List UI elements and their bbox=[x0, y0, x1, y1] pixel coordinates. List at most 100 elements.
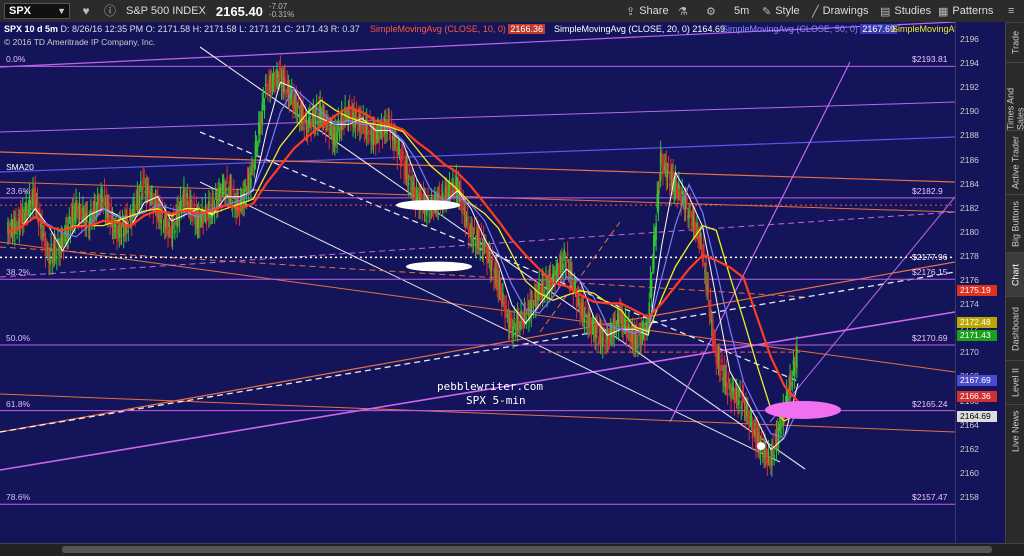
candle-body bbox=[233, 190, 235, 192]
price-tick-label: 2180 bbox=[960, 226, 979, 237]
sidebar-tab-chart[interactable]: Chart bbox=[1006, 252, 1024, 296]
timeframe-button[interactable]: 5m bbox=[734, 2, 749, 20]
candle-body bbox=[749, 415, 752, 419]
candle-body bbox=[596, 324, 598, 329]
candle-body bbox=[473, 226, 476, 228]
ma50-legend: SimpleMovingAvg (CLOSE, 50, 0) 2167.69 bbox=[722, 24, 897, 34]
flask-icon: ⚗ bbox=[678, 5, 688, 18]
sidebar-tab-active-trader[interactable]: Active Trader bbox=[1006, 130, 1024, 194]
candle-body bbox=[429, 210, 432, 213]
top-toolbar: SPX ▼ ♥ ⓘ S&P 500 INDEX 2165.40 -7.07 -0… bbox=[0, 0, 1024, 23]
candle-body bbox=[296, 113, 299, 115]
candle-body bbox=[329, 124, 332, 126]
candle-body bbox=[238, 212, 241, 216]
change-percent: -0.31% bbox=[268, 10, 295, 19]
sidebar-tab-trade[interactable]: Trade bbox=[1006, 22, 1024, 62]
price-tick-label: 2194 bbox=[960, 58, 979, 69]
candle-body bbox=[179, 197, 182, 200]
gear-icon: ⚙ bbox=[706, 5, 716, 18]
candle-body bbox=[550, 290, 553, 292]
candle-body bbox=[700, 244, 703, 248]
price-tick-label: 2178 bbox=[960, 250, 979, 261]
candle-body bbox=[738, 400, 740, 405]
candle-body bbox=[50, 244, 52, 246]
candle-body bbox=[396, 147, 399, 159]
candle-body bbox=[252, 169, 254, 171]
candle-body bbox=[261, 102, 264, 124]
sidebar-tab-level-ii[interactable]: Level II bbox=[1006, 360, 1024, 404]
symbol-selector[interactable]: SPX ▼ bbox=[4, 3, 70, 19]
candle-body bbox=[732, 386, 735, 392]
settings-button[interactable]: ⚙ bbox=[706, 2, 720, 20]
candle-body bbox=[478, 230, 480, 243]
candle-body bbox=[253, 164, 256, 168]
flask-button[interactable]: ⚗ bbox=[678, 2, 692, 20]
candle-body bbox=[15, 217, 17, 224]
candle-body bbox=[556, 263, 559, 272]
candle-body bbox=[51, 258, 54, 264]
share-button[interactable]: ⇪ Share bbox=[626, 2, 669, 20]
candle-body bbox=[140, 181, 142, 186]
sidebar-tab-big-buttons[interactable]: Big Buttons bbox=[1006, 194, 1024, 252]
candle-body bbox=[680, 196, 682, 205]
favorite-heart-icon[interactable]: ♥ bbox=[78, 3, 94, 19]
watermark-site: pebblewriter.com bbox=[437, 380, 543, 393]
info-icon[interactable]: ⓘ bbox=[102, 3, 118, 19]
candle-body bbox=[786, 397, 789, 403]
candle-body bbox=[542, 281, 545, 292]
ma20-legend-text: SimpleMovingAvg (CLOSE, 20, 0) bbox=[554, 24, 690, 34]
style-button[interactable]: ✎ Style bbox=[762, 2, 800, 20]
candle-body bbox=[256, 145, 259, 147]
menu-button[interactable]: ≡ bbox=[1008, 2, 1018, 20]
studies-button[interactable]: ▤ Studies bbox=[880, 2, 931, 20]
chart-panel[interactable]: SPX 10 d 5m D: 8/26/16 12:35 PM O: 2171.… bbox=[0, 22, 955, 543]
highlight-ellipse bbox=[396, 200, 460, 211]
candle-body bbox=[10, 219, 13, 226]
candle-body bbox=[583, 318, 586, 323]
candle-body bbox=[219, 187, 222, 192]
candle-body bbox=[133, 201, 135, 210]
target-ellipse bbox=[765, 400, 841, 419]
candle-body bbox=[303, 127, 306, 129]
candle-body bbox=[584, 306, 587, 308]
candle-body bbox=[17, 214, 20, 217]
studies-icon: ▤ bbox=[880, 5, 891, 18]
candle-body bbox=[608, 338, 611, 341]
candle-body bbox=[336, 131, 338, 142]
candle-body bbox=[397, 146, 400, 148]
candle-body bbox=[96, 195, 99, 206]
ma10-legend-value: 2166.36 bbox=[508, 24, 545, 34]
candle-body bbox=[49, 257, 51, 265]
candle-body bbox=[791, 381, 794, 387]
sidebar-tab-times-and-sales[interactable]: Times And Sales bbox=[1006, 62, 1024, 130]
candle-body bbox=[149, 196, 151, 206]
candle-body bbox=[251, 163, 253, 167]
candle-body bbox=[451, 190, 453, 193]
candle-body bbox=[574, 288, 577, 290]
candle-body bbox=[27, 209, 30, 211]
patterns-button[interactable]: ▦ Patterns bbox=[938, 2, 993, 20]
bottom-scrollbar[interactable] bbox=[0, 543, 1024, 556]
fib-level-label: 0.0% bbox=[6, 54, 26, 65]
candle-body bbox=[637, 346, 639, 348]
sidebar-tab-live-news[interactable]: Live News bbox=[1006, 404, 1024, 458]
candle-body bbox=[707, 280, 710, 295]
price-tick-label: 2184 bbox=[960, 178, 979, 189]
candle-body bbox=[205, 217, 208, 220]
candle-body bbox=[314, 117, 317, 126]
candle-body bbox=[255, 146, 258, 151]
candle-body bbox=[327, 123, 329, 125]
drawings-button[interactable]: ╱ Drawings bbox=[812, 2, 868, 20]
scrollbar-thumb[interactable] bbox=[62, 546, 992, 553]
candle-body bbox=[26, 210, 29, 217]
candle-body bbox=[590, 329, 593, 335]
candle-body bbox=[185, 201, 188, 206]
candle-body bbox=[727, 377, 730, 383]
candle-body bbox=[421, 210, 424, 213]
sidebar-tab-dashboard[interactable]: Dashboard bbox=[1006, 296, 1024, 360]
candle-body bbox=[485, 246, 487, 248]
candle-body bbox=[643, 334, 646, 341]
candle-body bbox=[413, 185, 416, 195]
candle-body bbox=[295, 96, 298, 112]
fib-level-price: $2165.24 bbox=[912, 398, 948, 409]
